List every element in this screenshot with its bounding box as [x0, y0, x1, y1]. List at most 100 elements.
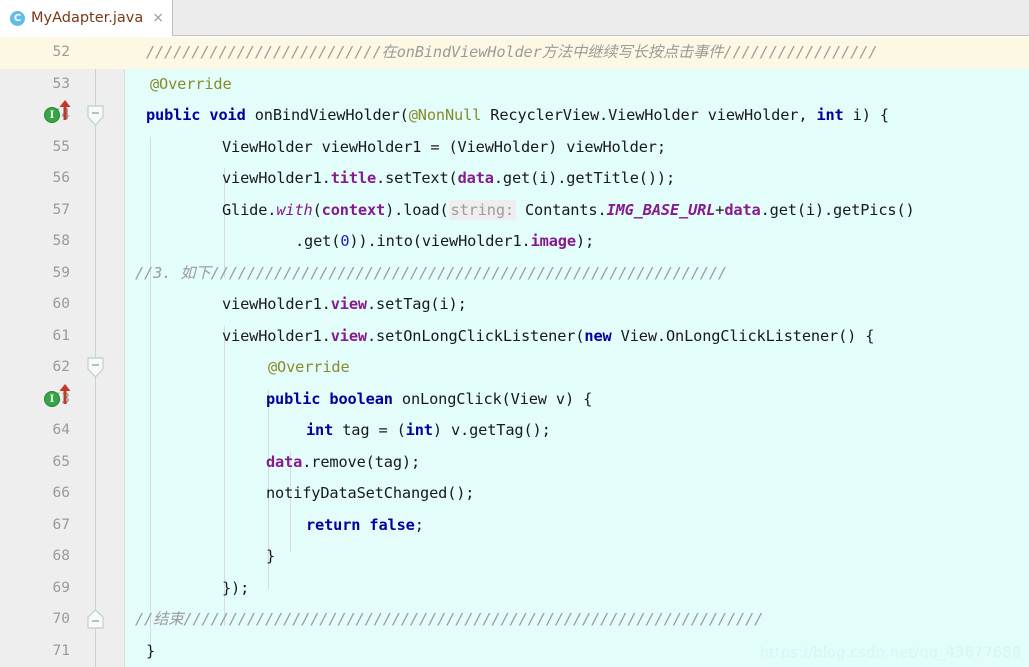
- remove-call: .remove(tag);: [302, 452, 421, 471]
- closing-brace: }: [266, 547, 276, 565]
- method-with: with: [276, 200, 313, 219]
- get-call: .get(: [295, 232, 341, 250]
- code-line-70[interactable]: //结束////////////////////////////////////…: [135, 604, 763, 636]
- keyword-return: return: [306, 515, 361, 534]
- line-number: 61: [52, 327, 70, 344]
- editor-tab-bar: C MyAdapter.java ×: [0, 0, 1029, 36]
- editor-line-row: 68: [0, 541, 1029, 573]
- code-line-68[interactable]: }: [266, 541, 275, 573]
- annotation-nonnull: @NonNull: [408, 106, 482, 124]
- editor-line-row: 62: [0, 352, 1029, 384]
- closing-call: });: [222, 578, 250, 597]
- param-tail: i) {: [843, 106, 889, 124]
- field-title: title: [330, 169, 377, 187]
- receiver: viewHolder1.: [222, 169, 331, 187]
- glide-receiver: Glide.: [222, 200, 277, 219]
- parameter-hint-string: string:: [448, 199, 516, 220]
- code-line-63[interactable]: public boolean onLongClick(View v) {: [266, 384, 592, 416]
- static-field-img-base-url: IMG_BASE_URL: [606, 200, 716, 219]
- annotation-override: @Override: [150, 74, 232, 93]
- tab-bar-empty-area: [173, 0, 1029, 35]
- line-number: 56: [52, 170, 70, 186]
- tab-myadapter-java[interactable]: C MyAdapter.java ×: [0, 0, 174, 36]
- field-view: view: [330, 326, 367, 345]
- line-number: 57: [52, 201, 70, 218]
- closing-brace: }: [146, 641, 156, 660]
- override-up-arrow-icon[interactable]: [58, 99, 72, 121]
- code-line-54[interactable]: public void onBindViewHolder(@NonNull Re…: [146, 100, 889, 132]
- line-number: 58: [52, 233, 70, 249]
- field-image: image: [530, 232, 576, 250]
- param-list: RecyclerView.ViewHolder viewHolder,: [481, 106, 817, 124]
- keyword-public: public: [146, 106, 201, 124]
- code-line-65[interactable]: data.remove(tag);: [266, 447, 420, 479]
- keyword-int: int: [816, 106, 844, 124]
- paren: (: [312, 200, 322, 219]
- editor-line-row: 69: [0, 573, 1029, 605]
- line-number: 55: [52, 138, 70, 155]
- keyword-public: public: [266, 389, 321, 408]
- fold-collapse-icon[interactable]: [86, 357, 105, 379]
- line-number: 70: [52, 611, 70, 627]
- fold-collapse-icon[interactable]: [86, 105, 105, 127]
- anon-class: View.OnLongClickListener() {: [611, 326, 875, 345]
- code-line-55[interactable]: ViewHolder viewHolder1 = (ViewHolder) vi…: [222, 132, 666, 164]
- keyword-boolean: boolean: [329, 389, 393, 408]
- comment-text: //3. 如下/////////////////////////////////…: [135, 263, 727, 282]
- line-number: 69: [52, 579, 70, 596]
- assign: tag = (: [333, 421, 406, 439]
- current-line-number-row: 52: [0, 37, 1029, 69]
- override-up-arrow-icon[interactable]: [58, 383, 72, 405]
- field-view: view: [330, 295, 367, 313]
- code-line-62[interactable]: @Override: [268, 352, 350, 384]
- fold-expand-icon[interactable]: [86, 609, 105, 631]
- semicolon: ;: [414, 515, 424, 534]
- code-line-58[interactable]: .get(0)).into(viewHolder1.image);: [295, 226, 594, 258]
- code-line-69[interactable]: });: [222, 573, 249, 605]
- line-number: 65: [52, 453, 70, 470]
- plus-op: +: [715, 200, 725, 219]
- field-context: context: [321, 200, 386, 219]
- watermark-text: https://blog.csdn.net/qq_43677688: [759, 645, 1021, 661]
- line-number: 62: [52, 359, 70, 375]
- call: .setText(: [376, 169, 458, 187]
- field-data: data: [724, 200, 761, 219]
- code-line-53[interactable]: @Override: [150, 69, 232, 101]
- code-line-67[interactable]: return false;: [306, 510, 424, 542]
- editor-line-row: 65: [0, 447, 1029, 479]
- line-number: 67: [52, 516, 70, 533]
- annotation-override: @Override: [268, 358, 350, 376]
- method-signature: onLongClick(View v) {: [392, 389, 593, 408]
- code-line-57[interactable]: Glide.with(context).load(string: Contant…: [222, 195, 915, 227]
- line-number: 71: [52, 642, 70, 659]
- contants-ref: Contants.: [515, 200, 607, 219]
- call-tail: .get(i).getTitle());: [493, 169, 676, 187]
- code-line-61[interactable]: viewHolder1.view.setOnLongClickListener(…: [222, 321, 874, 353]
- keyword-false: false: [360, 515, 415, 534]
- statement: ViewHolder viewHolder1 = (ViewHolder) vi…: [222, 137, 666, 156]
- keyword-int: int: [306, 421, 334, 439]
- editor-line-row: 67: [0, 510, 1029, 542]
- listener-call: .setOnLongClickListener(: [366, 326, 585, 345]
- keyword-new: new: [584, 326, 612, 345]
- code-line-60[interactable]: viewHolder1.view.setTag(i);: [222, 289, 467, 321]
- receiver: viewHolder1.: [222, 295, 331, 313]
- notify-call: notifyDataSetChanged();: [266, 484, 475, 502]
- code-line-64[interactable]: int tag = (int) v.getTag();: [306, 415, 551, 447]
- settag-call: .setTag(i);: [366, 295, 467, 313]
- code-line-66[interactable]: notifyDataSetChanged();: [266, 478, 475, 510]
- comment-text: //结束////////////////////////////////////…: [135, 610, 764, 628]
- line-number: 52: [52, 44, 70, 60]
- getpics-call: .get(i).getPics(): [760, 200, 915, 219]
- ide-window: C MyAdapter.java × 52 53 54 55 56 57 58 …: [0, 0, 1029, 667]
- code-line-71[interactable]: }: [146, 636, 155, 667]
- line-number: 60: [52, 296, 70, 312]
- into-call: )).into(viewHolder1.: [349, 232, 531, 250]
- code-editor[interactable]: 52 53 54 55 56 57 58 59 60 61 62 63 64 6…: [0, 37, 1029, 667]
- code-line-59[interactable]: //3. 如下/////////////////////////////////…: [135, 258, 727, 290]
- editor-line-row: 60: [0, 289, 1029, 321]
- receiver: viewHolder1.: [222, 326, 331, 345]
- tab-label: MyAdapter.java: [31, 10, 144, 26]
- close-icon[interactable]: ×: [149, 11, 164, 25]
- code-line-56[interactable]: viewHolder1.title.setText(data.get(i).ge…: [222, 163, 675, 195]
